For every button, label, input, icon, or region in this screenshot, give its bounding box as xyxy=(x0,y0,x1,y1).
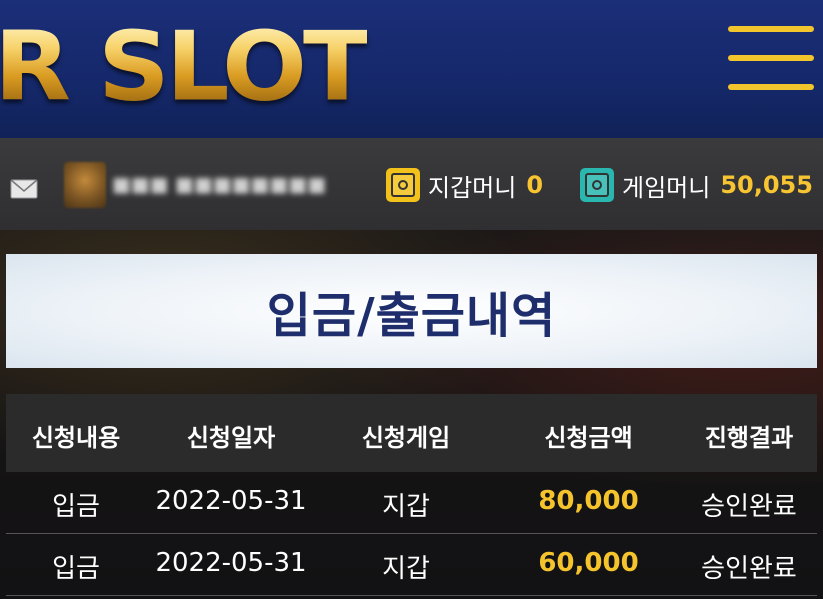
menu-bar xyxy=(728,26,814,32)
safe-icon xyxy=(580,168,614,202)
cell-type: 입금 xyxy=(52,492,100,522)
game-money-value: 50,055 xyxy=(720,171,813,199)
column-header-amount: 신청금액 xyxy=(544,424,633,452)
mail-icon[interactable] xyxy=(10,179,38,199)
page-title-banner: 입금/출금내역 xyxy=(6,254,817,368)
column-header-status: 진행결과 xyxy=(704,424,794,452)
menu-bar xyxy=(728,84,814,90)
safe-icon xyxy=(386,168,420,202)
cell-type: 입금 xyxy=(52,554,100,584)
user-info-bar: ■■■ ■■■■■■■■ 지갑머니 0 게임머니 50,055 xyxy=(0,138,823,230)
column-header-date: 신청일자 xyxy=(186,424,276,452)
hamburger-menu-icon[interactable] xyxy=(728,26,814,90)
username-blurred: ■■■ ■■■■■■■■ xyxy=(112,172,327,196)
table-row[interactable]: 입금 2022-05-31 지갑 60,000 승인완료 xyxy=(6,534,817,596)
cell-status: 승인완료 xyxy=(701,492,797,522)
cell-status: 승인완료 xyxy=(701,554,797,584)
cell-date: 2022-05-31 xyxy=(155,548,307,578)
wallet-money[interactable]: 지갑머니 0 xyxy=(386,166,543,204)
cell-game: 지갑 xyxy=(382,554,430,584)
column-header-game: 신청게임 xyxy=(361,424,451,452)
cell-amount: 80,000 xyxy=(538,486,639,516)
menu-bar xyxy=(728,55,814,61)
table-header: 신청내용 신청일자 신청게임 신청금액 진행결과 xyxy=(6,394,817,472)
site-logo[interactable]: R SLOT xyxy=(0,2,394,132)
wallet-money-label: 지갑머니 xyxy=(428,173,517,202)
column-header-type: 신청내용 xyxy=(31,424,121,452)
game-money-label: 게임머니 xyxy=(622,173,711,202)
logo-text: R SLOT xyxy=(0,19,371,115)
page: R SLOT ■■■ ■■■■■■■■ 지갑머니 0 게임머니 50,055 입… xyxy=(0,0,823,599)
cell-game: 지갑 xyxy=(382,492,430,522)
game-money[interactable]: 게임머니 50,055 xyxy=(580,166,813,204)
cell-amount: 60,000 xyxy=(538,548,639,578)
table-row[interactable]: 입금 2022-05-31 지갑 80,000 승인완료 xyxy=(6,472,817,534)
wallet-money-value: 0 xyxy=(526,171,544,199)
avatar[interactable] xyxy=(64,162,106,208)
page-title: 입금/출금내역 xyxy=(266,288,557,344)
cell-date: 2022-05-31 xyxy=(155,486,307,516)
top-header: R SLOT xyxy=(0,0,823,138)
